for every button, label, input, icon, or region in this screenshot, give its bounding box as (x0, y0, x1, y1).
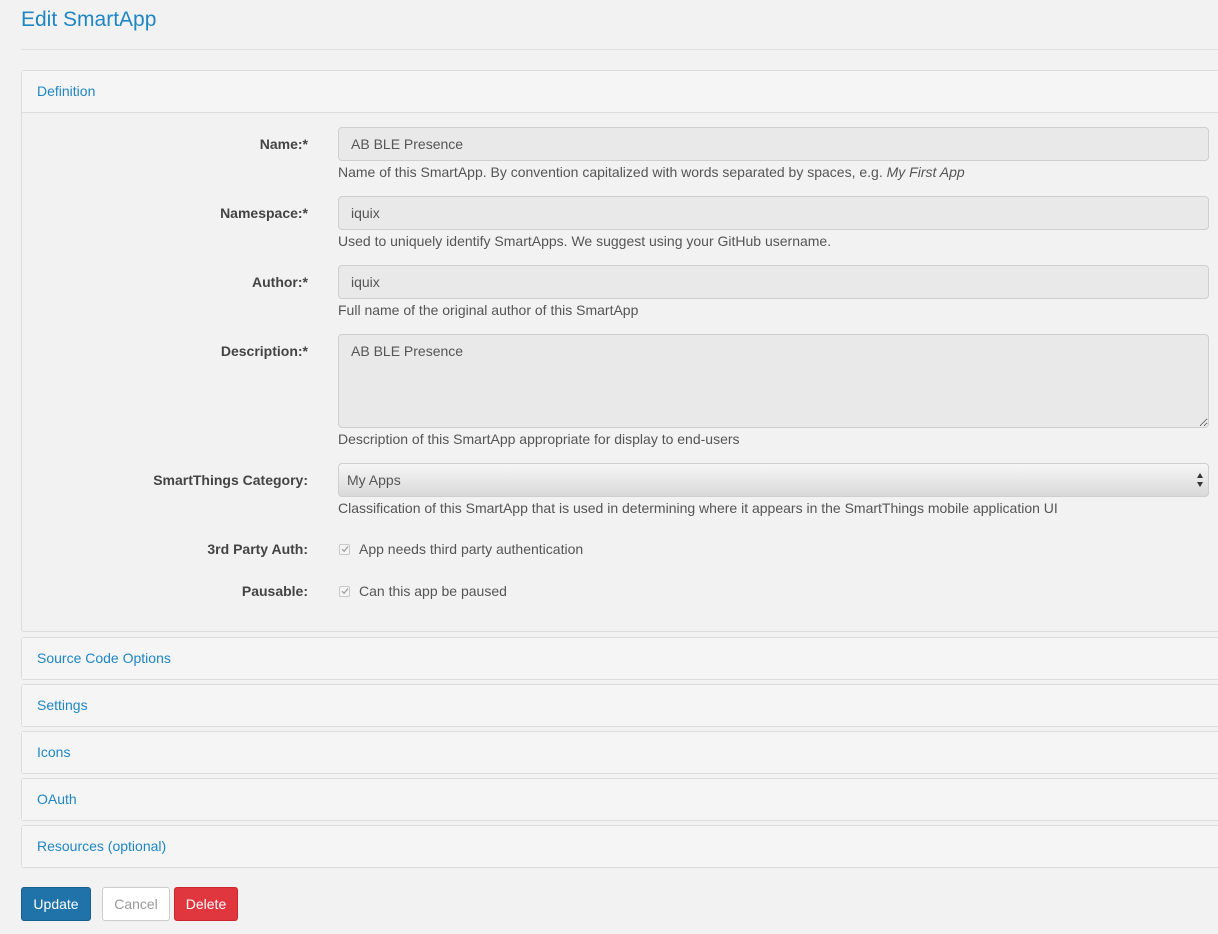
namespace-help: Used to uniquely identify SmartApps. We … (338, 233, 832, 249)
name-help: Name of this SmartApp. By convention cap… (338, 164, 965, 180)
name-help-example: My First App (886, 164, 965, 180)
namespace-label: Namespace:* (220, 205, 308, 221)
category-select[interactable]: My Apps (338, 463, 1209, 497)
source-code-options-panel: Source Code Options (21, 637, 1218, 680)
third-party-auth-checkbox[interactable] (339, 543, 350, 555)
settings-panel: Settings (21, 684, 1218, 727)
title-divider (21, 49, 1218, 50)
name-label: Name:* (259, 136, 308, 152)
third-party-auth-option-text: App needs third party authentication (359, 541, 584, 557)
pausable-label: Pausable: (241, 583, 308, 599)
pausable-checkbox[interactable] (339, 585, 350, 597)
oauth-heading[interactable]: OAuth (22, 779, 1218, 820)
category-selected-value: My Apps (347, 472, 401, 488)
name-input[interactable] (338, 127, 1209, 161)
author-label: Author:* (252, 274, 308, 290)
third-party-auth-label: 3rd Party Auth: (207, 541, 308, 557)
update-button[interactable]: Update (21, 887, 91, 921)
third-party-auth-option: App needs third party authentication (338, 541, 583, 557)
icons-panel: Icons (21, 731, 1218, 774)
definition-panel: Definition Name:* Name of this SmartApp.… (21, 70, 1218, 632)
category-label: SmartThings Category: (153, 472, 308, 488)
cancel-button[interactable]: Cancel (102, 887, 170, 921)
source-code-options-heading[interactable]: Source Code Options (22, 638, 1218, 679)
description-help: Description of this SmartApp appropriate… (338, 431, 740, 447)
author-help: Full name of the original author of this… (338, 302, 639, 318)
description-label: Description:* (220, 343, 308, 359)
pausable-option: Can this app be paused (338, 583, 507, 599)
definition-panel-heading[interactable]: Definition (22, 71, 1218, 113)
description-textarea[interactable]: AB BLE Presence (338, 334, 1209, 428)
name-help-text: Name of this SmartApp. By convention cap… (338, 164, 887, 180)
category-help: Classification of this SmartApp that is … (338, 500, 1058, 516)
author-input[interactable] (338, 265, 1209, 299)
resources-panel: Resources (optional) (21, 825, 1218, 868)
pausable-option-text: Can this app be paused (359, 583, 507, 599)
delete-button[interactable]: Delete (174, 887, 238, 921)
edit-smartapp-page: Edit SmartApp Definition Name:* Name of … (21, 0, 1218, 934)
select-updown-icon (1196, 473, 1203, 487)
checkmark-icon (341, 546, 348, 553)
namespace-input[interactable] (338, 196, 1209, 230)
icons-heading[interactable]: Icons (22, 732, 1218, 773)
checkmark-icon (341, 588, 348, 595)
oauth-panel: OAuth (21, 778, 1218, 821)
settings-heading[interactable]: Settings (22, 685, 1218, 726)
resources-heading[interactable]: Resources (optional) (22, 826, 1218, 867)
page-title: Edit SmartApp (21, 8, 157, 31)
